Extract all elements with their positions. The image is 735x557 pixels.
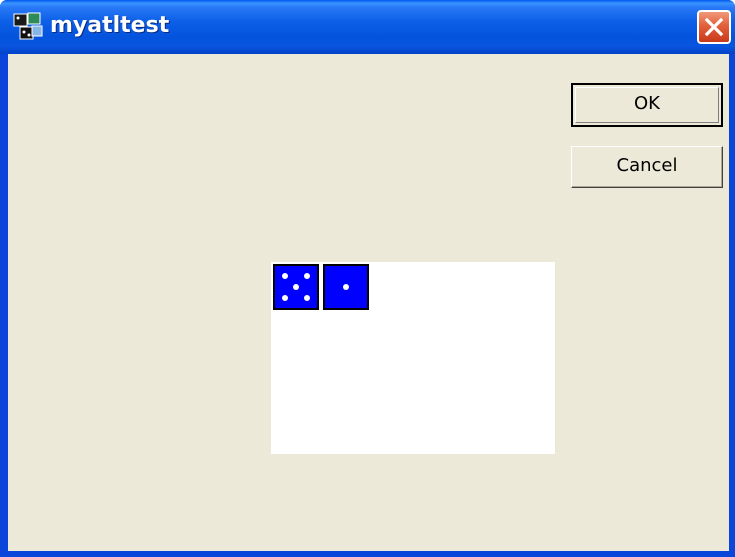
dialog-window: myatltest OK Cancel xyxy=(0,0,735,557)
close-x-icon xyxy=(704,17,724,37)
dialog-client-area: OK Cancel xyxy=(8,54,729,551)
die-pip xyxy=(304,295,310,301)
app-icon xyxy=(12,11,44,43)
die[interactable] xyxy=(273,264,319,310)
ok-button-label: OK xyxy=(634,93,660,114)
close-button[interactable] xyxy=(697,10,731,44)
cancel-button[interactable]: Cancel xyxy=(571,146,723,188)
die-pip xyxy=(282,295,288,301)
window-title: myatltest xyxy=(50,13,170,38)
die-face xyxy=(343,284,349,290)
ok-button[interactable]: OK xyxy=(571,83,723,127)
die-pip xyxy=(293,284,299,290)
die-face xyxy=(282,273,310,301)
die-pip xyxy=(304,273,310,279)
die-pip xyxy=(343,284,349,290)
dice-control[interactable] xyxy=(271,262,555,454)
die-pip xyxy=(282,273,288,279)
title-bar[interactable]: myatltest xyxy=(0,0,735,54)
die[interactable] xyxy=(323,264,369,310)
